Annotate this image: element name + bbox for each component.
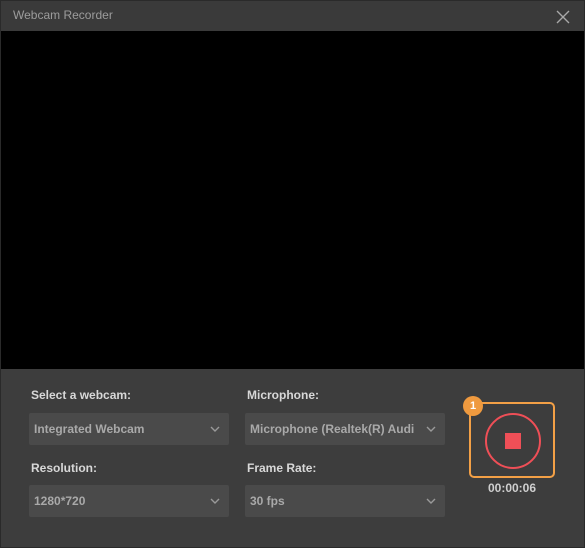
- chevron-down-icon: [210, 498, 220, 504]
- stop-record-button[interactable]: [484, 412, 542, 470]
- step-badge: 1: [463, 396, 483, 416]
- window-title: Webcam Recorder: [13, 8, 113, 22]
- frame-rate-select[interactable]: 30 fps: [245, 485, 445, 517]
- microphone-select-value: Microphone (Realtek(R) Audi: [250, 422, 415, 436]
- microphone-label: Microphone:: [247, 388, 319, 402]
- microphone-select[interactable]: Microphone (Realtek(R) Audi: [245, 413, 445, 445]
- webcam-recorder-window: Webcam Recorder Select a webcam: Integra…: [0, 0, 585, 548]
- close-button[interactable]: [552, 6, 574, 28]
- resolution-label: Resolution:: [31, 461, 97, 475]
- recording-timer: 00:00:06: [487, 481, 537, 495]
- title-bar: Webcam Recorder: [1, 1, 584, 31]
- webcam-select[interactable]: Integrated Webcam: [29, 413, 229, 445]
- resolution-select-value: 1280*720: [34, 494, 86, 508]
- webcam-select-value: Integrated Webcam: [34, 422, 145, 436]
- frame-rate-label: Frame Rate:: [247, 461, 317, 475]
- frame-rate-select-value: 30 fps: [250, 494, 285, 508]
- webcam-label: Select a webcam:: [31, 388, 132, 402]
- resolution-select[interactable]: 1280*720: [29, 485, 229, 517]
- webcam-preview: [1, 31, 584, 369]
- close-icon: [556, 10, 570, 24]
- chevron-down-icon: [426, 498, 436, 504]
- stop-record-icon: [485, 413, 541, 469]
- chevron-down-icon: [210, 426, 220, 432]
- chevron-down-icon: [426, 426, 436, 432]
